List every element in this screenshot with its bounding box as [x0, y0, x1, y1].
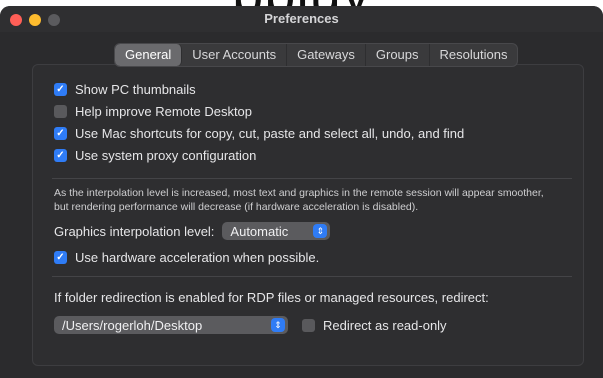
option-label: Use system proxy configuration — [75, 148, 257, 163]
interpolation-label: Graphics interpolation level: — [54, 223, 215, 239]
section-divider — [52, 178, 572, 179]
option-label: Use Mac shortcuts for copy, cut, paste a… — [75, 126, 465, 141]
interpolation-select[interactable]: Automatic ⇕ — [222, 222, 331, 240]
redirect-label: If folder redirection is enabled for RDP… — [54, 290, 489, 305]
option-mac-shortcuts[interactable]: ✓ Use Mac shortcuts for copy, cut, paste… — [54, 126, 464, 141]
checkmark-icon: ✓ — [56, 127, 65, 139]
redirect-read-only-checkbox[interactable] — [302, 318, 315, 332]
interpolation-note: As the interpolation level is increased,… — [54, 186, 544, 214]
chevron-updown-icon: ⇕ — [313, 224, 328, 238]
option-hardware-acceleration[interactable]: ✓ Use hardware acceleration when possibl… — [54, 250, 319, 265]
show-pc-thumbnails-checkbox[interactable]: ✓ — [54, 83, 67, 96]
redirect-read-only-label: Redirect as read-only — [323, 317, 447, 333]
tab-gateways[interactable]: Gateways — [287, 44, 366, 66]
chevron-updown-icon: ⇕ — [271, 318, 285, 332]
interpolation-note-line: As the interpolation level is increased,… — [54, 187, 544, 199]
interpolation-row: Graphics interpolation level: Automatic … — [54, 222, 331, 240]
option-system-proxy[interactable]: ✓ Use system proxy configuration — [54, 148, 256, 163]
window-title: Preferences — [264, 11, 339, 26]
mac-shortcuts-checkbox[interactable]: ✓ — [54, 127, 67, 140]
option-label: Use hardware acceleration when possible. — [75, 250, 320, 265]
redirect-row: If folder redirection is enabled for RDP… — [54, 290, 489, 305]
preferences-tabs: General User Accounts Gateways Groups Re… — [114, 43, 519, 67]
redirect-controls: /Users/rogerloh/Desktop ⇕ Redirect as re… — [54, 316, 447, 334]
option-label: Show PC thumbnails — [75, 82, 196, 97]
interpolation-note-line: but rendering performance will decrease … — [54, 201, 419, 213]
preferences-window: Preferences General User Accounts Gatewa… — [0, 6, 603, 378]
option-show-pc-thumbnails[interactable]: ✓ Show PC thumbnails — [54, 82, 196, 97]
redirect-path-value: /Users/rogerloh/Desktop — [62, 317, 203, 333]
interpolation-value: Automatic — [230, 223, 289, 239]
checkmark-icon: ✓ — [56, 83, 65, 95]
section-divider — [52, 276, 572, 277]
option-help-improve[interactable]: Help improve Remote Desktop — [54, 104, 252, 119]
checkmark-icon: ✓ — [56, 149, 65, 161]
tab-user-accounts[interactable]: User Accounts — [182, 44, 288, 66]
help-improve-checkbox[interactable] — [54, 105, 67, 118]
checkmark-icon: ✓ — [56, 251, 65, 263]
tab-resolutions[interactable]: Resolutions — [430, 44, 518, 66]
tab-general[interactable]: General — [115, 44, 183, 66]
system-proxy-checkbox[interactable]: ✓ — [54, 149, 67, 162]
title-bar: Preferences — [0, 6, 603, 32]
option-label: Help improve Remote Desktop — [75, 104, 253, 119]
hardware-acceleration-checkbox[interactable]: ✓ — [54, 251, 67, 264]
redirect-path-select[interactable]: /Users/rogerloh/Desktop ⇕ — [54, 316, 288, 334]
tab-groups[interactable]: Groups — [366, 44, 430, 66]
